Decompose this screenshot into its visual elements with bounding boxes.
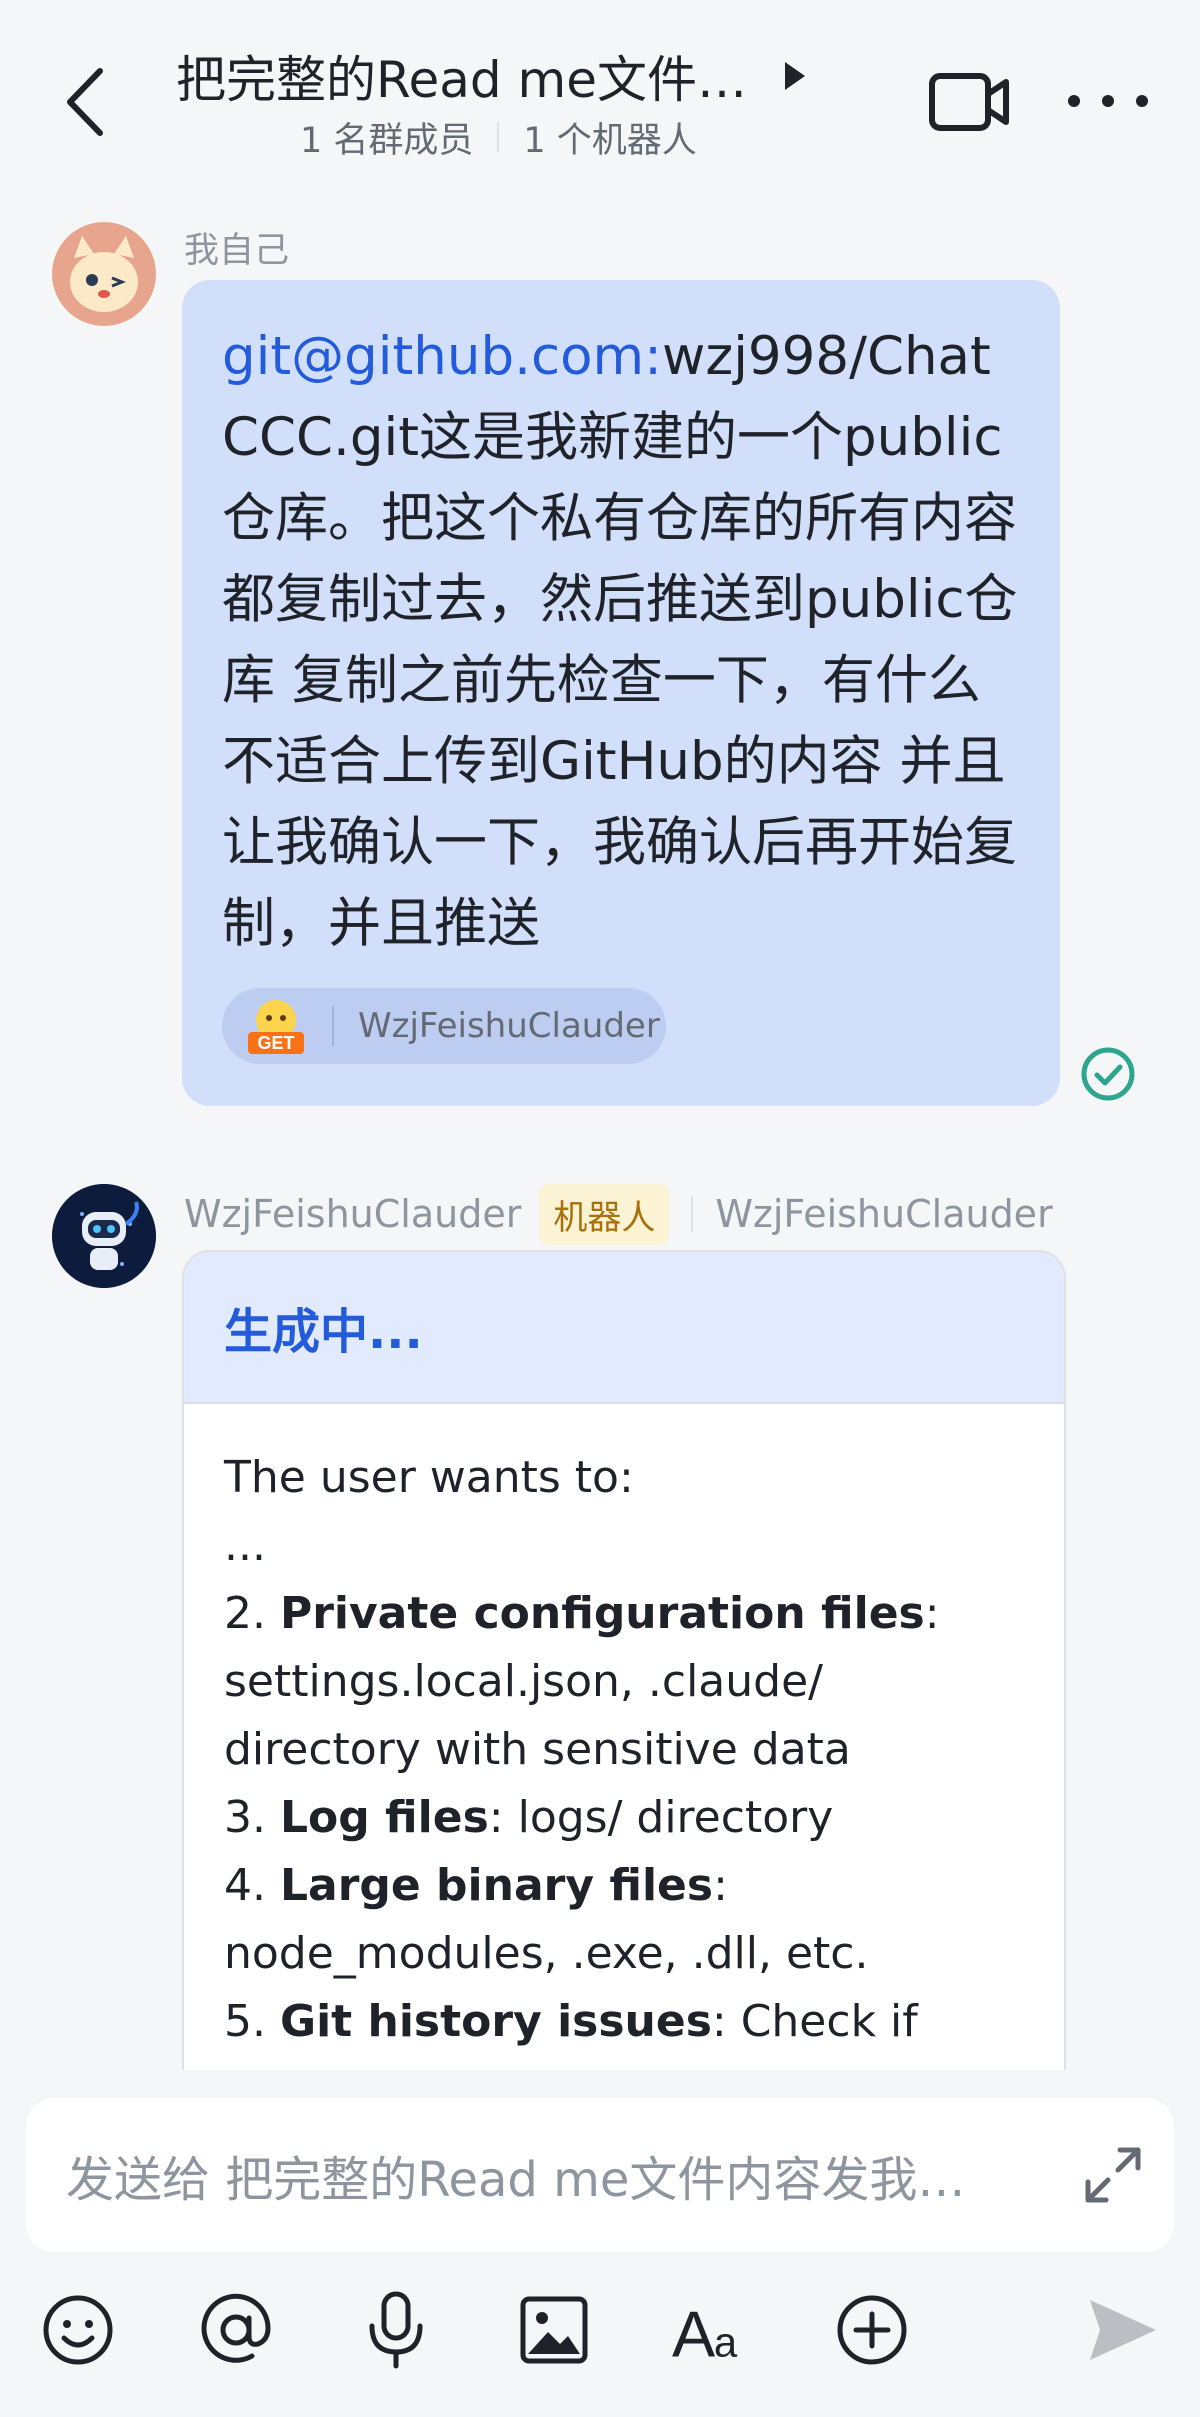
video-call-button[interactable] [926,62,1014,142]
avatar-bot[interactable] [52,1184,156,1288]
plus-icon[interactable] [832,2290,912,2370]
more-dot-icon [1102,95,1114,107]
card-line: ... [224,1520,266,1571]
composer-toolbar: A a [0,2250,1200,2410]
video-camera-icon [929,73,1009,131]
emoji-icon[interactable] [38,2290,118,2370]
mention-icon[interactable] [196,2290,276,2370]
message-input[interactable]: 发送给 把完整的Read me文件内容发我… [26,2098,1174,2252]
bot-count[interactable]: 1 个机器人 [523,112,696,163]
card-item-title: Large binary files [279,1860,714,1911]
check-circle-icon [1081,1047,1135,1101]
card-list-item: 2. Private configuration files: settings… [224,1588,940,1775]
chat-subtitle[interactable]: 1 名群成员 1 个机器人 [300,112,697,162]
microphone-icon[interactable] [356,2290,436,2370]
cat-avatar-icon [52,222,156,326]
message-body: wzj998/ChatCCC.git这是我新建的一个public仓库。把这个私有… [222,326,1018,954]
avatar-self[interactable] [52,222,156,326]
member-count[interactable]: 1 名群成员 [300,112,473,163]
reaction-user: WzjFeishuClauder [358,1006,660,1046]
more-dot-icon [1136,95,1148,107]
text-format-icon[interactable]: A a [672,2290,752,2370]
sender-divider [691,1196,694,1232]
get-emoji-icon: GET [248,1000,304,1054]
card-item-title: Private configuration files [279,1588,925,1639]
reaction-divider [332,1006,334,1046]
sender-row-bot: WzjFeishuClauder 机器人 WzjFeishuClauder [184,1183,1053,1245]
message-bubble-self[interactable]: git@github.com:wzj998/ChatCCC.git这是我新建的一… [182,280,1060,1106]
chevron-left-icon [67,68,103,136]
card-item-title: Git history issues [279,1996,712,2047]
back-button[interactable] [50,52,120,152]
card-item-title: Log files [279,1792,489,1843]
card-body: The user wants to: ... 2. Private config… [184,1404,1064,2124]
sender-via: WzjFeishuClauder [715,1192,1053,1236]
github-link[interactable]: git@github.com: [222,326,662,387]
bot-badge: 机器人 [539,1183,670,1245]
svg-text:A: A [672,2298,716,2368]
chat-title-row[interactable]: 把完整的Read me文件… [176,36,876,116]
image-icon[interactable] [514,2290,594,2370]
more-dot-icon [1068,95,1080,107]
svg-text:GET: GET [257,1033,294,1053]
sender-name-bot[interactable]: WzjFeishuClauder [184,1192,521,1236]
card-list-item: 4. Large binary files: node_modules, .ex… [224,1860,869,1979]
reaction-chip[interactable]: GET WzjFeishuClauder [222,988,666,1064]
send-icon[interactable] [1082,2290,1162,2370]
read-receipt-icon[interactable] [1080,1046,1136,1102]
chat-header: 把完整的Read me文件… 1 名群成员 1 个机器人 [0,0,1200,180]
card-list-item: 3. Log files: logs/ directory [224,1792,834,1843]
card-line: The user wants to: [224,1452,634,1503]
message-card-bot[interactable]: 生成中... The user wants to: ... 2. Private… [182,1250,1066,2150]
input-placeholder[interactable]: 发送给 把完整的Read me文件内容发我… [66,2140,1056,2210]
message-text: git@github.com:wzj998/ChatCCC.git这是我新建的一… [222,316,1020,964]
chat-title[interactable]: 把完整的Read me文件… [176,40,747,112]
svg-text:a: a [714,2319,738,2366]
more-options-button[interactable] [1068,76,1148,126]
expand-icon[interactable] [1082,2144,1144,2206]
card-title: 生成中... [184,1252,1064,1404]
sender-name-self: 我自己 [184,231,290,271]
robot-avatar-icon [52,1184,156,1288]
subtitle-divider [497,122,500,152]
play-arrow-icon[interactable] [785,62,805,90]
